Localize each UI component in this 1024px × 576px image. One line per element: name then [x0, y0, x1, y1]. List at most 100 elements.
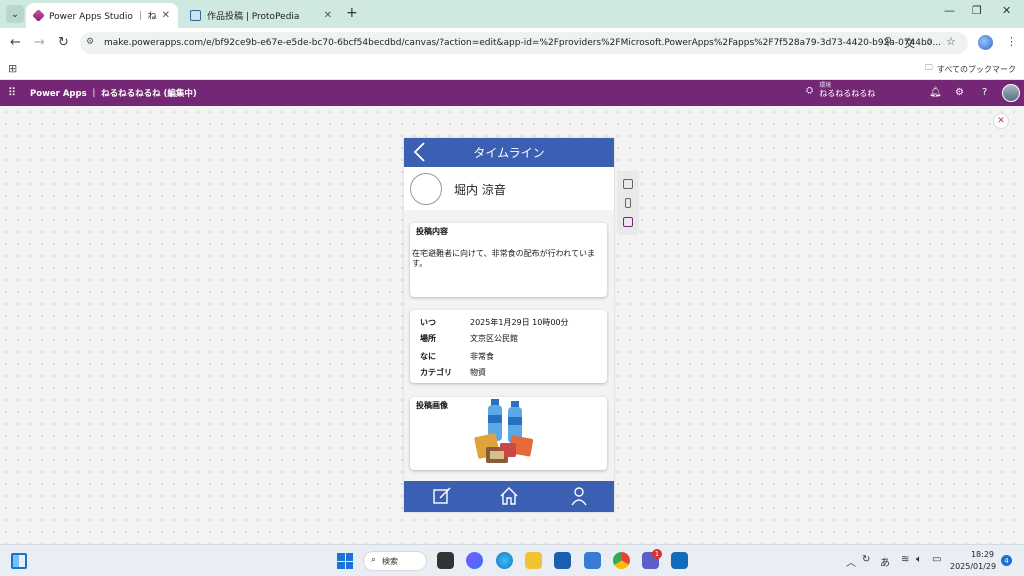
- file-explorer-icon[interactable]: [525, 552, 542, 569]
- bookmark-star-icon[interactable]: ☆: [946, 35, 956, 48]
- environment-icon: ⛭: [806, 85, 814, 96]
- info-value: 2025年1月29日 10時00分: [470, 318, 569, 327]
- all-bookmarks-label: すべてのブックマーク: [936, 64, 1016, 74]
- tab-label: Power Apps Studio ｜ ねるねるね: [49, 12, 158, 22]
- task-view-icon[interactable]: [437, 552, 454, 569]
- tab-powerapps[interactable]: Power Apps Studio ｜ ねるねるね ✕: [26, 3, 178, 28]
- screen-settings-icon[interactable]: [623, 217, 633, 227]
- info-label: 場所: [420, 334, 436, 343]
- site-info-icon[interactable]: ⚙: [86, 37, 94, 47]
- info-label: カテゴリ: [420, 368, 452, 377]
- translate-icon[interactable]: 文: [904, 35, 915, 51]
- user-name: 堀内 涼音: [454, 183, 506, 197]
- info-value: 非常食: [470, 352, 494, 361]
- close-icon[interactable]: ✕: [162, 10, 170, 21]
- url-text: make.powerapps.com/e/bf92ce9b-e67e-e5de-…: [104, 38, 942, 48]
- battery-icon[interactable]: ▭: [932, 554, 941, 565]
- control-panel-icon[interactable]: [584, 552, 601, 569]
- search-label: 検索: [382, 556, 398, 566]
- bookmarks-bar: ⊞ 🗀 すべてのブックマーク: [0, 58, 1024, 80]
- zoom-icon[interactable]: ⌕: [926, 35, 932, 49]
- screen-tools: [617, 171, 639, 235]
- sync-icon[interactable]: ↻: [862, 554, 870, 565]
- forward-icon[interactable]: →: [34, 35, 45, 50]
- bell-icon[interactable]: 🔔︎: [929, 87, 942, 98]
- post-card: 投稿内容 在宅避難者に向けて、非常食の配布が行われています。: [410, 223, 607, 297]
- device-phone-icon[interactable]: [625, 198, 631, 208]
- info-label: なに: [420, 352, 436, 361]
- info-value: 文京区公民館: [470, 334, 518, 343]
- screen: ⌄ Power Apps Studio ｜ ねるねるね ✕ 作品投稿 | Pro…: [0, 0, 1024, 576]
- tab-search-icon[interactable]: ⌄: [6, 5, 24, 23]
- volume-icon[interactable]: 🔈︎: [916, 554, 922, 565]
- teams-badge: 1: [652, 549, 662, 559]
- environment-picker[interactable]: ⛭ 環境 ねるねるねるね: [806, 82, 876, 98]
- back-icon[interactable]: ←: [10, 35, 21, 50]
- info-value: 物資: [470, 368, 486, 377]
- address-toolbar: ← → ↻ ⚙ make.powerapps.com/e/bf92ce9b-e6…: [0, 28, 1024, 58]
- environment-name: ねるねるねるね: [819, 88, 876, 98]
- start-icon[interactable]: [337, 553, 353, 569]
- info-row-category: カテゴリ 物資: [420, 367, 486, 378]
- image-card: 投稿画像: [410, 397, 607, 470]
- waffle-icon[interactable]: ⠿: [8, 86, 16, 99]
- profile-avatar[interactable]: [978, 35, 993, 50]
- clock-date: 2025/01/29: [950, 562, 997, 571]
- protopedia-icon: [190, 10, 201, 21]
- outlook-icon[interactable]: [671, 552, 688, 569]
- user-row: 堀内 涼音: [404, 167, 614, 210]
- restore-icon[interactable]: ❐: [972, 4, 982, 17]
- powerapps-icon: [32, 9, 45, 22]
- new-tab-icon[interactable]: +: [346, 5, 358, 21]
- folder-icon: 🗀: [924, 63, 933, 72]
- edge-icon[interactable]: [496, 552, 513, 569]
- info-row-when: いつ 2025年1月29日 10時00分: [420, 317, 569, 328]
- info-row-where: 場所 文京区公民館: [420, 333, 518, 344]
- edit-post-icon[interactable]: [432, 486, 452, 506]
- apps-grid-icon[interactable]: ⊞: [8, 62, 17, 75]
- screen-title: タイムライン: [473, 146, 545, 160]
- chrome-icon[interactable]: [613, 552, 630, 569]
- store-icon[interactable]: [554, 552, 571, 569]
- location-icon[interactable]: ⚲: [884, 35, 892, 48]
- environment-label: 環境: [819, 82, 832, 89]
- close-icon[interactable]: ✕: [324, 10, 332, 21]
- teams-chat-icon[interactable]: [466, 552, 483, 569]
- user-avatar[interactable]: [1002, 84, 1020, 102]
- search-icon: ⌕: [371, 555, 377, 565]
- taskbar-search[interactable]: ⌕ 検索: [363, 551, 427, 571]
- tab-protopedia[interactable]: 作品投稿 | ProtoPedia ✕: [182, 3, 340, 28]
- post-body-text: 在宅避難者に向けて、非常食の配布が行われています。: [412, 249, 595, 269]
- clock[interactable]: 18:29 2025/01/29: [950, 549, 997, 573]
- ime-indicator[interactable]: あ: [880, 554, 890, 569]
- post-card-title: 投稿内容: [416, 227, 448, 236]
- clock-time: 18:29: [970, 550, 994, 559]
- image-card-title: 投稿画像: [416, 401, 448, 410]
- info-label: いつ: [420, 318, 436, 327]
- app-title: Power Apps ｜ ねるねるねるね (編集中): [30, 89, 197, 99]
- close-icon[interactable]: ✕: [993, 113, 1009, 129]
- browser-tabstrip: ⌄ Power Apps Studio ｜ ねるねるね ✕ 作品投稿 | Pro…: [0, 0, 1024, 28]
- info-card: いつ 2025年1月29日 10時00分 場所 文京区公民館 なに 非常食 カテ…: [410, 310, 607, 383]
- emergency-food-image: [474, 399, 534, 463]
- notification-badge[interactable]: 4: [1001, 555, 1012, 566]
- info-row-what: なに 非常食: [420, 351, 494, 362]
- app-header: タイムライン: [404, 138, 614, 167]
- help-icon[interactable]: ?: [982, 87, 987, 98]
- reload-icon[interactable]: ↻: [58, 35, 69, 50]
- home-icon[interactable]: [499, 486, 519, 506]
- minimize-icon[interactable]: —: [944, 4, 955, 17]
- url-bar[interactable]: ⚙ make.powerapps.com/e/bf92ce9b-e67e-e5d…: [80, 32, 968, 54]
- wifi-icon[interactable]: ≋: [901, 554, 909, 565]
- browser-menu-icon[interactable]: ⋮: [1006, 35, 1017, 48]
- chevron-up-icon[interactable]: ︿: [846, 554, 856, 569]
- all-bookmarks[interactable]: 🗀 すべてのブックマーク: [925, 62, 1016, 76]
- tab-label: 作品投稿 | ProtoPedia: [207, 12, 300, 22]
- device-tablet-icon[interactable]: [623, 179, 633, 189]
- taskbar: ⌕ 検索 ︿ ↻ あ ≋ 🔈︎ ▭ 18:29 2025/01/29 4: [0, 544, 1024, 576]
- user-icon[interactable]: [569, 486, 589, 506]
- window-close-icon[interactable]: ✕: [1002, 4, 1011, 17]
- widgets-icon[interactable]: [11, 553, 27, 569]
- app-screen[interactable]: タイムライン 堀内 涼音 投稿内容 在宅避難者に向けて、非常食の配布が行われてい…: [404, 138, 614, 512]
- gear-icon[interactable]: ⚙: [955, 87, 964, 98]
